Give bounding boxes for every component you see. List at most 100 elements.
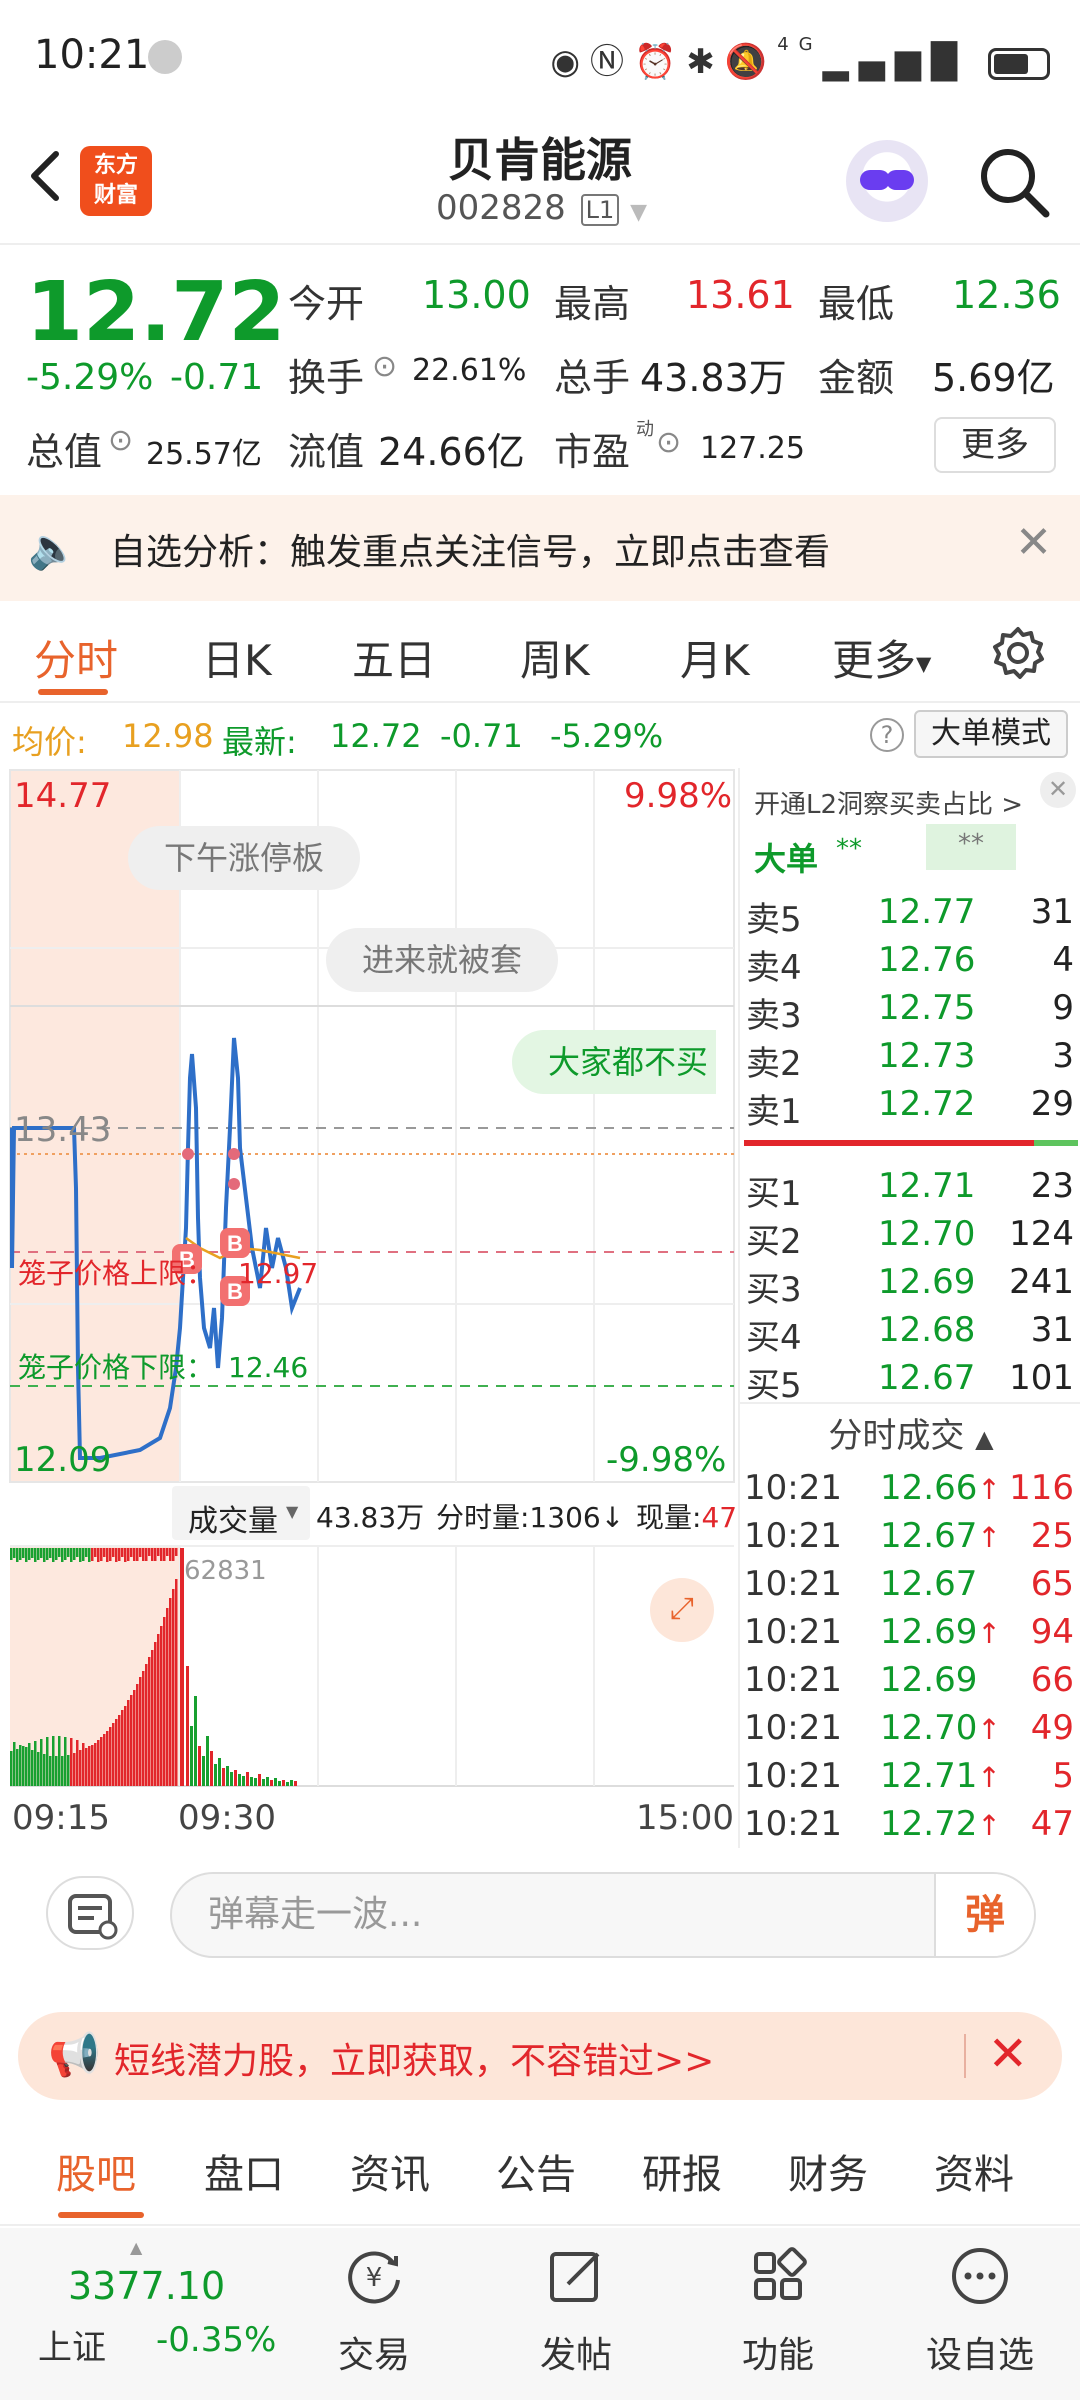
volume-bar — [97, 1740, 100, 1786]
trade-volume: 25 — [1030, 1516, 1074, 1556]
trade-price: 12.70↑ — [880, 1708, 1001, 1748]
volume-bar — [43, 1548, 46, 1562]
bid-ask-ratio-bar — [744, 1140, 1078, 1148]
trade-time: 10:21 — [744, 1468, 842, 1508]
info-dots-icon[interactable]: ⊙ — [108, 423, 133, 458]
search-icon[interactable] — [976, 144, 1052, 220]
tab-intraday[interactable]: 分时 — [34, 627, 118, 688]
close-icon[interactable]: ✕ — [988, 2026, 1028, 2082]
ask-row[interactable]: 卖1 12.72 29 — [740, 1084, 1080, 1132]
volume-bar — [106, 1548, 109, 1562]
tab-guba[interactable]: 股吧 — [56, 2142, 136, 2200]
tab-weekly-k[interactable]: 周K — [520, 627, 590, 688]
nav-functions[interactable]: 功能 — [708, 2244, 848, 2394]
volume-bar — [28, 1743, 31, 1786]
l2-upgrade-link[interactable]: 开通L2洞察买卖占比 > — [754, 784, 1023, 821]
battery-icon — [988, 47, 1050, 80]
ai-assistant-icon[interactable] — [846, 140, 928, 222]
tab-finance[interactable]: 财务 — [788, 2142, 868, 2200]
edit-icon — [550, 2252, 600, 2302]
amount-label: 金额 — [818, 356, 895, 400]
bid-row[interactable]: 买2 12.70 124 — [740, 1214, 1080, 1262]
caret-down-icon: ▼ — [630, 200, 647, 225]
volume-bar — [49, 1548, 52, 1558]
volume-bar — [64, 1737, 67, 1786]
bid-row[interactable]: 买4 12.68 31 — [740, 1310, 1080, 1358]
volume-bar — [10, 1548, 13, 1560]
trade-price: 12.66↑ — [880, 1468, 1001, 1508]
volume-bar — [169, 1548, 172, 1561]
trade-row: 10:21 12.72↑ 47 — [740, 1804, 1080, 1852]
nav-trade[interactable]: ¥ 交易 — [304, 2244, 444, 2394]
promo-banner[interactable]: 📢 短线潜力股，立即获取，不容错过>> ✕ — [18, 2012, 1062, 2100]
ask-row[interactable]: 卖5 12.77 31 — [740, 892, 1080, 940]
volume-bar — [28, 1548, 31, 1560]
volume-bar — [40, 1739, 43, 1786]
tab-research[interactable]: 研报 — [642, 2142, 722, 2200]
volume-bar — [43, 1754, 46, 1786]
danmaku-bullet[interactable]: 下午涨停板 — [128, 826, 361, 890]
ask-row[interactable]: 卖2 12.73 3 — [740, 1036, 1080, 1084]
big-order-mode-button[interactable]: 大单模式 — [914, 710, 1068, 758]
tab-daily-k[interactable]: 日K — [202, 627, 272, 688]
volume-bar — [139, 1677, 142, 1786]
send-danmaku-button[interactable]: 弹 — [934, 1874, 1034, 1956]
ask-level: 卖2 — [746, 1044, 802, 1084]
ask-row[interactable]: 卖3 12.75 9 — [740, 988, 1080, 1036]
info-dots-icon[interactable]: ⊙ — [656, 425, 681, 460]
intraday-chart[interactable]: B B B 14.77 9.98% 13.43 12.09 -9.98% 笼子价… — [0, 768, 738, 1848]
close-icon[interactable]: ✕ — [1015, 517, 1052, 568]
bid-row[interactable]: 买5 12.67 101 — [740, 1358, 1080, 1406]
volume-selector[interactable]: 成交量 ▼ — [172, 1486, 310, 1540]
amount-value: 5.69亿 — [932, 356, 1055, 400]
danmaku-placeholder: 弹幕走一波... — [208, 1894, 423, 1935]
volume-bar — [163, 1617, 166, 1786]
volume-bar — [22, 1746, 25, 1786]
volume-bar — [112, 1723, 115, 1786]
danmaku-input[interactable]: 弹幕走一波... 弹 — [170, 1872, 1036, 1958]
active-tab-indicator — [58, 2212, 144, 2218]
nav-post[interactable]: 发帖 — [506, 2244, 646, 2394]
bid-row[interactable]: 买1 12.71 23 — [740, 1166, 1080, 1214]
danmaku-bullet[interactable]: 进来就被套 — [326, 928, 559, 992]
nav-add-watchlist[interactable]: 设自选 — [910, 2244, 1050, 2394]
ask-row[interactable]: 卖4 12.76 4 — [740, 940, 1080, 988]
open-value: 13.00 — [422, 273, 531, 317]
danmaku-bullet[interactable]: 大家都不买 — [512, 1030, 717, 1094]
close-icon[interactable]: ✕ — [1040, 772, 1076, 808]
pe-value: 127.25 — [700, 431, 805, 466]
analysis-alert-banner[interactable]: 🔈 自选分析：触发重点关注信号，立即点击查看 ✕ — [0, 495, 1080, 601]
gear-icon[interactable] — [990, 625, 1046, 681]
turnover-label: 换手 — [288, 356, 365, 400]
trades-header[interactable]: 分时成交 ▲ — [740, 1408, 1080, 1457]
info-dots-icon[interactable]: ⊙ — [372, 349, 397, 384]
tab-news[interactable]: 资讯 — [350, 2142, 430, 2200]
tab-announcements[interactable]: 公告 — [496, 2142, 576, 2200]
bid-row[interactable]: 买3 12.69 241 — [740, 1262, 1080, 1310]
index-name: 上证 — [38, 2328, 106, 2368]
volume-bar — [206, 1736, 209, 1786]
tab-five-day[interactable]: 五日 — [352, 627, 436, 688]
tab-monthly-k[interactable]: 月K — [680, 627, 750, 688]
tab-pankou[interactable]: 盘口 — [204, 2142, 284, 2200]
danmaku-settings-button[interactable] — [46, 1876, 134, 1950]
tab-more[interactable]: 更多▼ — [832, 627, 931, 688]
tab-profile[interactable]: 资料 — [934, 2142, 1014, 2200]
nav-post-label: 发帖 — [539, 2335, 612, 2376]
more-quote-button[interactable]: 更多 — [934, 417, 1056, 473]
quote-panel: 12.72 -5.29% -0.71 今开 13.00 最高 13.61 最低 … — [0, 245, 1080, 495]
help-icon[interactable]: ? — [870, 718, 904, 752]
volume-bar — [61, 1756, 64, 1786]
volume-bar — [258, 1774, 261, 1786]
ask-volume: 31 — [1030, 892, 1074, 932]
bid-volume: 241 — [1009, 1262, 1074, 1302]
volume-bar — [67, 1755, 70, 1786]
volume-bar — [103, 1548, 106, 1557]
volume-bar — [100, 1548, 103, 1561]
volume-bar — [286, 1782, 289, 1786]
volume-bar — [19, 1745, 22, 1786]
stock-code-row[interactable]: 002828 L1 ▼ — [436, 188, 647, 228]
volume-bar — [13, 1742, 16, 1786]
expand-icon[interactable]: ⤢ — [650, 1578, 714, 1642]
volume-bar — [160, 1626, 163, 1786]
